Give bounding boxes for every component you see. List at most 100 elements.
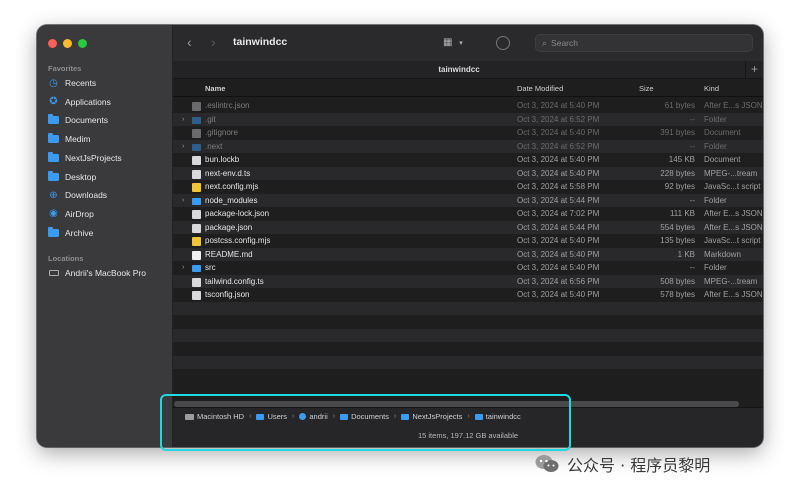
file-size: 92 bytes [664,182,695,191]
file-kind: JavaSc...t script [704,236,761,245]
sidebar-item-archive[interactable]: Archive [48,224,93,242]
sidebar-item-label: Medim [65,134,91,145]
sidebar-item-airdrop[interactable]: ◉ AirDrop [48,205,94,223]
sidebar-item-label: Downloads [65,190,108,201]
file-list: Name Date Modified Size Kind .eslintrc.j… [173,79,763,397]
file-kind: JavaSc...t script [704,182,761,191]
file-row[interactable]: tailwind.config.ts Oct 3, 2024 at 6:56 PM… [173,274,763,288]
file-icon [192,210,201,219]
file-size: 61 bytes [664,101,695,110]
file-row[interactable]: › src Oct 3, 2024 at 5:40 PM -- Folder [173,261,763,275]
sidebar-item-documents[interactable]: Documents [48,111,108,129]
minimize-button[interactable] [63,39,72,48]
file-name: tailwind.config.ts [205,276,264,286]
folder-icon [192,143,201,151]
chevron-down-icon: ▾ [459,40,463,47]
applications-icon: ✪ [49,96,58,108]
close-button[interactable] [48,39,57,48]
sidebar-item-applications[interactable]: ✪ Applications [48,93,111,111]
sidebar-item-medim[interactable]: Medim [48,130,91,148]
file-kind: Markdown [704,249,741,259]
file-row[interactable]: postcss.config.mjs Oct 3, 2024 at 5:40 PM… [173,234,763,248]
view-options-button[interactable]: ▦ ▾ [443,37,463,48]
airdrop-share-icon[interactable] [496,36,510,50]
disclosure-chevron-icon[interactable]: › [182,194,184,208]
locations-heading: Locations [48,254,84,263]
tab-title[interactable]: tainwindcc [173,65,745,74]
file-row[interactable]: › .next Oct 3, 2024 at 6:52 PM -- Folder [173,139,763,154]
file-row[interactable]: .eslintrc.json Oct 3, 2024 at 5:40 PM 61 b… [173,99,763,113]
search-field[interactable]: ⌕ Search [535,34,753,52]
clock-icon: ◷ [49,77,58,89]
file-icon [192,250,201,260]
sidebar-item-label: Applications [65,96,111,107]
column-name[interactable]: Name [205,84,225,93]
file-size: -- [689,195,695,205]
file-name: bun.lockb [205,155,240,164]
file-date: Oct 3, 2024 at 5:40 PM [517,290,600,299]
finder-window: Favorites ◷ Recents ✪ Applications Documents… [37,25,763,447]
file-name: README.md [205,249,253,259]
zoom-button[interactable] [78,39,87,48]
file-row[interactable]: package.json Oct 3, 2024 at 5:44 PM 554 by… [173,220,763,234]
disclosure-chevron-icon[interactable]: › [182,261,184,275]
file-kind: After E...s JSON [704,222,763,232]
window-title: tainwindcc [233,36,288,48]
sidebar-item-label: Documents [65,115,108,126]
sidebar-item-label: NextJsProjects [65,152,122,163]
file-date: Oct 3, 2024 at 5:40 PM [517,168,600,178]
tab-bar: tainwindcc + [173,61,763,79]
search-icon: ⌕ [542,37,548,48]
sidebar-item-desktop[interactable]: Desktop [48,168,96,186]
airdrop-icon: ◉ [49,208,58,220]
file-name: .gitignore [205,128,238,137]
file-name: .next [205,141,223,151]
file-icon [192,129,201,138]
sidebar-item-label: AirDrop [65,208,94,219]
disclosure-chevron-icon[interactable]: › [182,140,184,154]
watermark-text: 公众号 · 程序员黎明 [567,456,711,475]
file-date: Oct 3, 2024 at 6:52 PM [517,114,600,124]
file-name: .git [205,114,216,124]
new-tab-button[interactable]: + [745,61,763,79]
column-kind[interactable]: Kind [704,84,719,93]
sidebar-item-nextjsprojects[interactable]: NextJsProjects [48,149,122,167]
file-size: -- [689,114,695,124]
sidebar-item-macbook[interactable]: Andrii's MacBook Pro [48,264,146,282]
folder-icon [192,265,201,272]
file-date: Oct 3, 2024 at 5:40 PM [517,101,600,110]
file-date: Oct 3, 2024 at 6:52 PM [517,141,600,151]
file-name: next-env.d.ts [205,168,251,178]
watermark: 公众号 · 程序员黎明 [535,452,710,476]
file-size: 554 bytes [660,222,695,232]
file-date: Oct 3, 2024 at 5:40 PM [517,128,600,137]
folder-icon [48,226,59,238]
folder-icon [48,133,59,145]
file-date: Oct 3, 2024 at 6:56 PM [517,276,600,286]
file-icon [192,183,201,192]
file-icon [192,237,201,246]
file-row[interactable]: › node_modules Oct 3, 2024 at 5:44 PM -- Fol… [173,193,763,208]
file-row[interactable]: next.config.mjs Oct 3, 2024 at 5:58 PM 92 … [173,180,763,194]
file-row[interactable]: package-lock.json Oct 3, 2024 at 7:02 PM 1… [173,207,763,221]
file-name: src [205,263,216,272]
sidebar-item-recents[interactable]: ◷ Recents [48,74,96,92]
file-kind: Folder [704,195,727,205]
file-row[interactable]: .gitignore Oct 3, 2024 at 5:40 PM 391 byte… [173,126,763,140]
file-kind: Folder [704,141,727,151]
file-row[interactable]: next-env.d.ts Oct 3, 2024 at 5:40 PM 228 b… [173,166,763,180]
file-row[interactable]: tsconfig.json Oct 3, 2024 at 5:40 PM 578 b… [173,288,763,302]
sidebar-item-downloads[interactable]: ⊕ Downloads [48,186,107,204]
column-date-modified[interactable]: Date Modified [517,84,563,93]
file-size: -- [689,141,695,151]
sidebar-item-label: Desktop [65,171,97,182]
file-size: 145 KB [668,155,695,164]
back-button[interactable]: ‹ [187,34,192,50]
column-size[interactable]: Size [639,84,654,93]
file-row[interactable]: README.md Oct 3, 2024 at 5:40 PM 1 KB Markd… [173,247,763,261]
forward-button[interactable]: › [211,34,216,50]
disclosure-chevron-icon[interactable]: › [182,113,184,127]
file-icon [192,223,201,233]
file-row[interactable]: › .git Oct 3, 2024 at 6:52 PM -- Folder [173,112,763,127]
file-row[interactable]: bun.lockb Oct 3, 2024 at 5:40 PM 145 KB Doc… [173,153,763,167]
